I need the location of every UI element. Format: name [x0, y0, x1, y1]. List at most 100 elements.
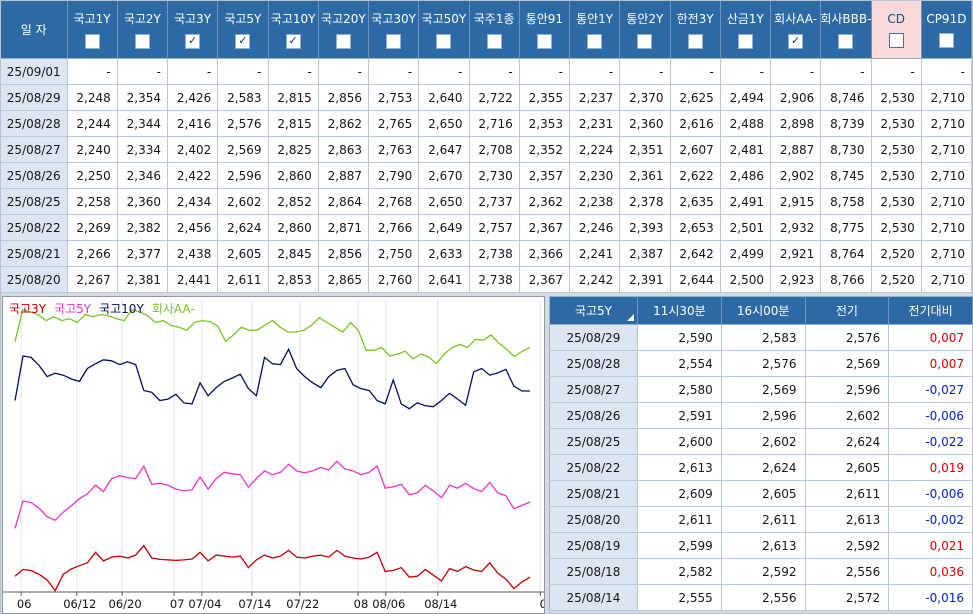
series-checkbox[interactable]: ✓	[185, 34, 200, 49]
yield-value-cell: 2,583	[218, 85, 268, 111]
yield-value-cell: 2,346	[117, 163, 167, 189]
series-column-header[interactable]: 통안91	[519, 1, 569, 59]
series-checkbox[interactable]	[738, 34, 753, 49]
time1600-value-cell: 2,569	[721, 377, 805, 403]
series-column-header[interactable]: 국고20Y	[318, 1, 368, 59]
yield-value-cell: 2,921	[771, 241, 821, 267]
series-checkbox[interactable]	[838, 34, 853, 49]
series-column-header[interactable]: 회사AA-✓	[771, 1, 821, 59]
yield-value-cell: 2,641	[419, 267, 469, 293]
time1600-value-cell: 2,624	[721, 455, 805, 481]
series-checkbox[interactable]	[587, 34, 602, 49]
series-column-header[interactable]: 산금1Y	[720, 1, 770, 59]
yield-table-row[interactable]: 25/08/262,2502,3462,4222,5962,8602,8872,…	[1, 163, 972, 189]
yield-table-row[interactable]: 25/08/202,2672,3812,4412,6112,8532,8652,…	[1, 267, 972, 293]
series-checkbox[interactable]	[889, 33, 904, 48]
change-value-cell: -0,027	[889, 377, 973, 403]
yield-value-cell: 2,360	[620, 111, 670, 137]
yield-value-cell: 2,624	[218, 215, 268, 241]
detail-table-row[interactable]: 25/08/222,6132,6242,6050,019	[550, 455, 973, 481]
series-column-header[interactable]: 국고50Y	[419, 1, 469, 59]
yield-value-cell: 2,607	[670, 137, 720, 163]
yield-value-cell: 2,530	[871, 189, 921, 215]
series-column-header[interactable]: 국고3Y✓	[168, 1, 218, 59]
legend-item-ktb3y: 국고3Y	[9, 302, 46, 316]
series-column-header[interactable]: 회사BBB-	[821, 1, 871, 59]
series-checkbox[interactable]	[85, 34, 100, 49]
yield-value-cell: -	[268, 59, 318, 85]
previous-value-cell: 2,613	[805, 507, 889, 533]
detail-table-row[interactable]: 25/08/262,5912,5962,602-0,006	[550, 403, 973, 429]
series-checkbox[interactable]	[386, 34, 401, 49]
yield-value-cell: -	[771, 59, 821, 85]
time1600-value-cell: 2,596	[721, 403, 805, 429]
yield-value-cell: 2,710	[921, 189, 971, 215]
yield-value-cell: 2,378	[620, 189, 670, 215]
yield-table-row[interactable]: 25/08/282,2442,3442,4162,5762,8152,8622,…	[1, 111, 972, 137]
series-column-header[interactable]: 국주1종	[469, 1, 519, 59]
series-checkbox[interactable]	[688, 34, 703, 49]
series-column-header[interactable]: 한전3Y	[670, 1, 720, 59]
detail-table-row[interactable]: 25/08/282,5542,5762,5690,007	[550, 351, 973, 377]
legend-item-ktb10y: 국고10Y	[99, 302, 144, 316]
series-column-header[interactable]: 통안1Y	[570, 1, 620, 59]
previous-value-cell: 2,605	[805, 455, 889, 481]
date-cell: 25/08/19	[550, 533, 638, 559]
series-checkbox[interactable]	[436, 34, 451, 49]
yield-value-cell: 2,377	[117, 241, 167, 267]
detail-column-header[interactable]: 16시00분	[721, 297, 805, 325]
yield-value-cell: 2,370	[620, 85, 670, 111]
yield-table-row[interactable]: 25/08/292,2482,3542,4262,5832,8152,8562,…	[1, 85, 972, 111]
series-checkbox[interactable]: ✓	[235, 34, 250, 49]
yield-table-row[interactable]: 25/08/212,2662,3772,4382,6052,8452,8562,…	[1, 241, 972, 267]
series-column-header[interactable]: 국고5Y✓	[218, 1, 268, 59]
detail-table-row[interactable]: 25/08/212,6092,6052,611-0,006	[550, 481, 973, 507]
x-axis-label: 07/04	[188, 597, 221, 611]
detail-table-row[interactable]: 25/08/192,5992,6132,5920,021	[550, 533, 973, 559]
series-column-header[interactable]: CP91D	[921, 1, 971, 59]
yield-value-cell: 2,790	[369, 163, 419, 189]
yield-value-cell: 2,763	[369, 137, 419, 163]
detail-table-row[interactable]: 25/08/202,6112,6112,613-0,002	[550, 507, 973, 533]
series-checkbox[interactable]: ✓	[788, 34, 803, 49]
series-column-header[interactable]: 국고2Y	[117, 1, 167, 59]
series-checkbox[interactable]	[537, 34, 552, 49]
yield-value-cell: 2,730	[469, 163, 519, 189]
yield-value-cell: 2,387	[620, 241, 670, 267]
yield-value-cell: 2,576	[218, 111, 268, 137]
yield-value-cell: 2,391	[620, 267, 670, 293]
yield-value-cell: 2,248	[67, 85, 117, 111]
series-column-header[interactable]: 통안2Y	[620, 1, 670, 59]
series-checkbox[interactable]	[637, 34, 652, 49]
detail-table-row[interactable]: 25/08/252,6002,6022,624-0,022	[550, 429, 973, 455]
series-column-header[interactable]: 국고10Y✓	[268, 1, 318, 59]
series-checkbox[interactable]: ✓	[286, 34, 301, 49]
detail-table-row[interactable]: 25/08/182,5822,5922,5560,036	[550, 559, 973, 585]
detail-table-row[interactable]: 25/08/272,5802,5692,596-0,027	[550, 377, 973, 403]
series-checkbox[interactable]	[939, 33, 954, 48]
detail-table-row[interactable]: 25/08/292,5902,5832,5760,007	[550, 325, 973, 351]
detail-column-header[interactable]: 전기	[805, 297, 889, 325]
series-column-label: 통안91	[526, 10, 563, 27]
series-column-header[interactable]: CD	[871, 1, 921, 59]
yield-value-cell: 2,250	[67, 163, 117, 189]
time1600-value-cell: 2,611	[721, 507, 805, 533]
date-cell: 25/08/14	[550, 585, 638, 611]
detail-column-header[interactable]: 전기대비	[889, 297, 973, 325]
detail-column-header[interactable]: 11시30분	[638, 297, 722, 325]
yield-table-row[interactable]: 25/08/272,2402,3342,4022,5692,8252,8632,…	[1, 137, 972, 163]
yield-table-row[interactable]: 25/08/252,2582,3602,4342,6022,8522,8642,…	[1, 189, 972, 215]
detail-panel: 국고5Y11시30분16시00분전기전기대비 25/08/292,5902,58…	[549, 296, 973, 614]
series-checkbox[interactable]	[135, 34, 150, 49]
yield-table-row[interactable]: 25/08/222,2692,3822,4562,6242,8602,8712,…	[1, 215, 972, 241]
detail-sort-header[interactable]: 국고5Y	[550, 297, 638, 325]
series-column-header[interactable]: 국고30Y	[369, 1, 419, 59]
series-column-header[interactable]: 국고1Y	[67, 1, 117, 59]
yield-value-cell: 2,750	[369, 241, 419, 267]
yield-table-row[interactable]: 25/09/01------------------	[1, 59, 972, 85]
series-checkbox[interactable]	[487, 34, 502, 49]
series-checkbox[interactable]	[336, 34, 351, 49]
detail-table-row[interactable]: 25/08/142,5552,5562,572-0,016	[550, 585, 973, 611]
series-column-label: 산금1Y	[727, 10, 764, 27]
yield-value-cell: 2,366	[519, 241, 569, 267]
